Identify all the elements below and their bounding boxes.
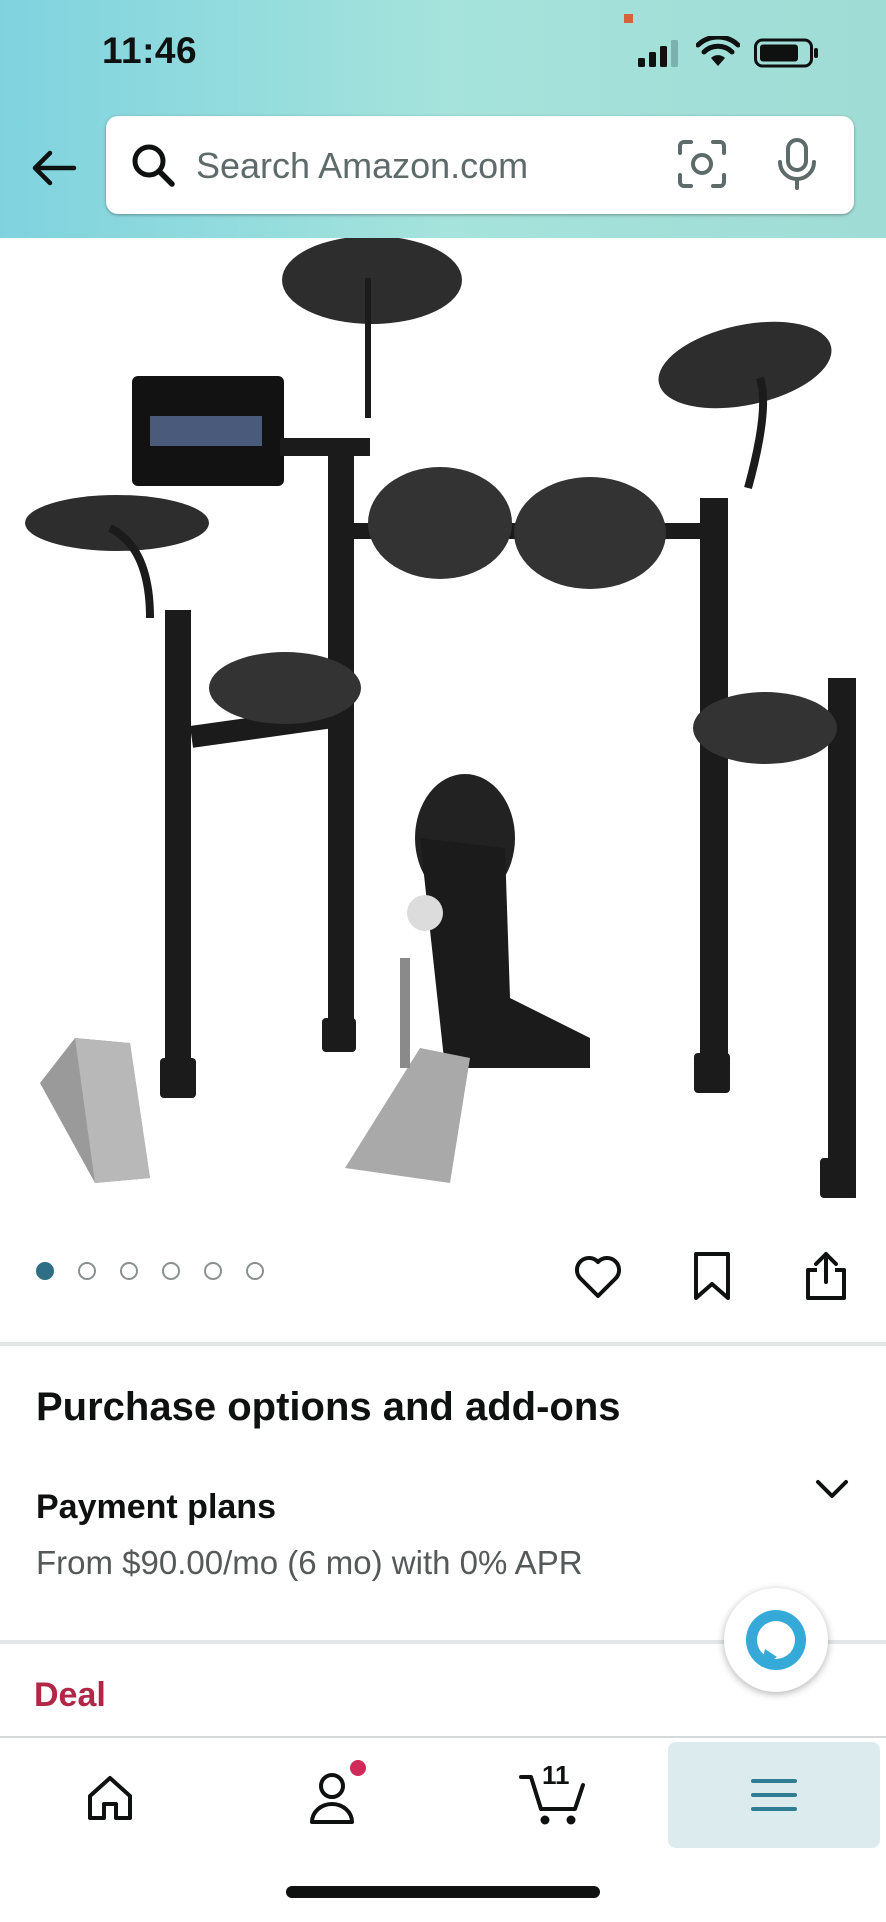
cellular-signal-icon <box>638 40 678 67</box>
carousel-dot[interactable] <box>78 1262 96 1280</box>
carousel-dot[interactable] <box>162 1262 180 1280</box>
carousel-dot[interactable] <box>204 1262 222 1280</box>
battery-icon <box>754 38 818 68</box>
deal-label: Deal <box>34 1676 106 1714</box>
home-indicator <box>286 1886 600 1898</box>
payment-plans-title[interactable]: Payment plans <box>36 1488 276 1527</box>
carousel-dot[interactable] <box>120 1262 138 1280</box>
product-image[interactable] <box>0 238 886 1218</box>
recording-indicator <box>624 14 633 23</box>
nav-cart[interactable]: 11 <box>454 1738 654 1858</box>
menu-icon <box>751 1779 797 1811</box>
share-icon[interactable] <box>800 1250 852 1302</box>
alexa-icon <box>746 1610 806 1670</box>
nav-account[interactable] <box>232 1738 432 1858</box>
status-time: 11:46 <box>102 30 198 71</box>
nav-home[interactable] <box>10 1738 210 1858</box>
carousel-dot[interactable] <box>36 1262 54 1280</box>
search-input[interactable] <box>194 136 658 196</box>
image-carousel-dots[interactable] <box>36 1262 264 1280</box>
camera-scan-icon[interactable] <box>676 138 728 190</box>
payment-plans-detail[interactable]: From $90.00/mo (6 mo) with 0% APR <box>36 1544 583 1582</box>
heart-icon[interactable] <box>572 1250 624 1302</box>
search-icon <box>132 144 175 187</box>
back-arrow-icon <box>32 150 77 186</box>
purchase-options-title: Purchase options and add-ons <box>36 1385 621 1429</box>
notification-badge <box>350 1760 366 1776</box>
wifi-icon <box>696 36 740 66</box>
account-icon <box>310 1773 354 1824</box>
chevron-down-icon[interactable] <box>810 1468 854 1512</box>
back-button[interactable] <box>26 140 82 196</box>
cart-count: 11 <box>542 1760 570 1790</box>
section-divider <box>0 1342 886 1346</box>
alexa-button[interactable] <box>724 1588 828 1692</box>
microphone-icon[interactable] <box>774 136 820 192</box>
home-icon <box>88 1776 132 1820</box>
header-bar: 11:46 <box>0 0 886 238</box>
bookmark-icon[interactable] <box>686 1250 738 1302</box>
search-bar[interactable] <box>106 116 854 214</box>
nav-menu[interactable] <box>668 1742 880 1848</box>
carousel-dot[interactable] <box>246 1262 264 1280</box>
